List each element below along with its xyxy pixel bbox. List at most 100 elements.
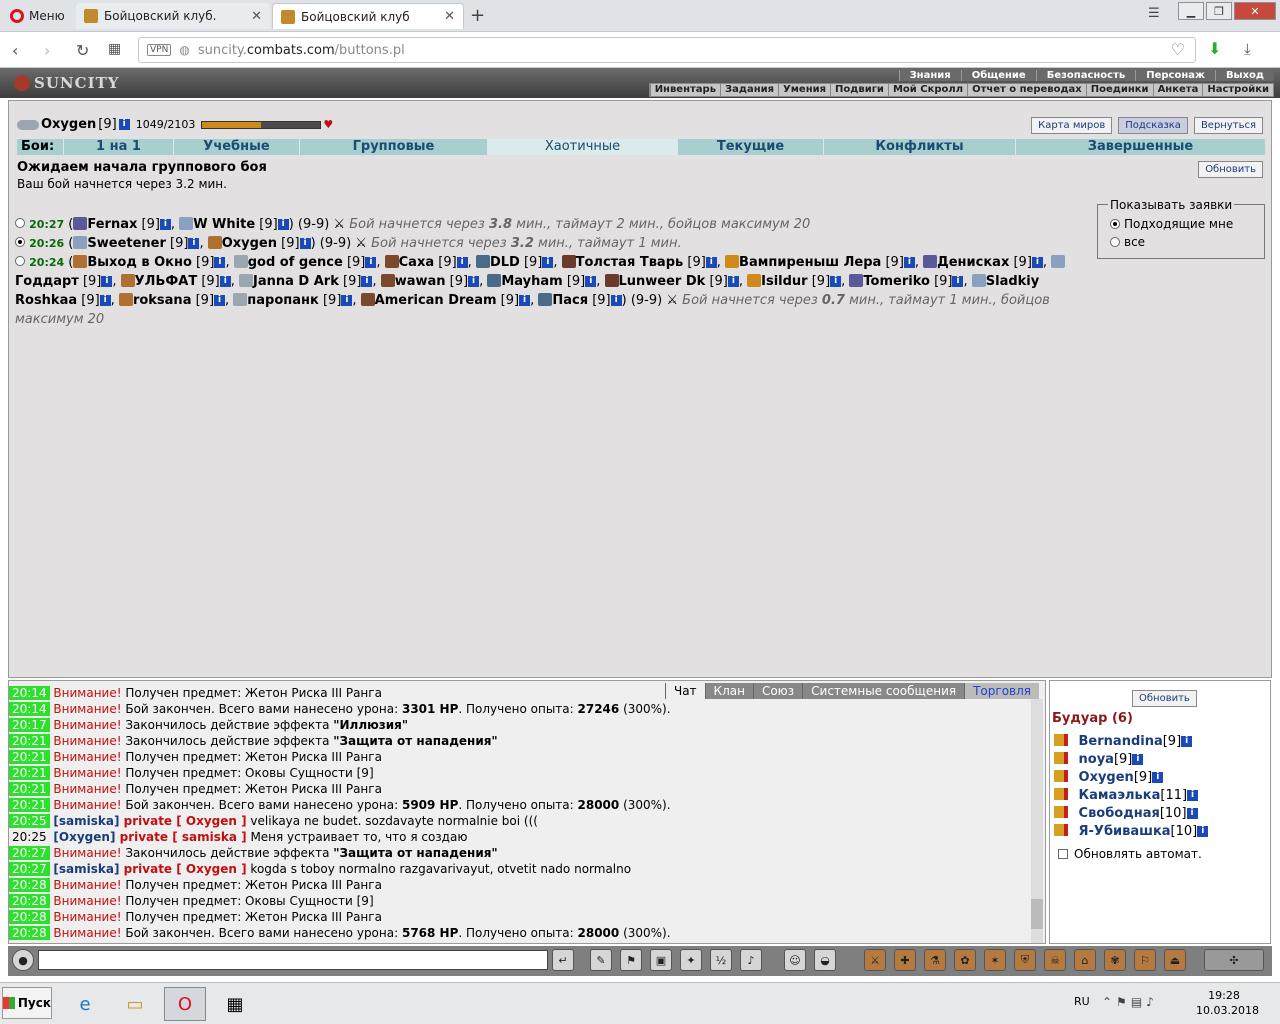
downloads-icon[interactable]: ⤓ [1244,40,1251,58]
chat-tab-clan[interactable]: Клан [704,683,753,699]
flag-icon[interactable]: ⚐ [1134,949,1156,971]
chat-time[interactable]: 20:28 [9,878,50,892]
bid-radio[interactable] [15,256,25,266]
chat-time[interactable]: 20:21 [9,734,50,748]
chat-nick[interactable]: [samiska] [53,814,119,828]
bid-player-name[interactable]: Вампиреныш Лера [739,255,881,270]
bid-player-name[interactable]: Janna D Ark [253,274,339,289]
info-icon[interactable]: i [610,295,622,306]
info-icon[interactable]: i [299,238,311,249]
minimize-icon[interactable]: ▁ [1178,2,1204,20]
bid-player-name[interactable]: Isildur [761,274,807,289]
forward-icon[interactable]: › [44,41,50,60]
tab-conflicts[interactable]: Конфликты [823,139,1015,155]
menu-communication[interactable]: Общение [960,70,1036,81]
chat-tab-chat[interactable]: Чат [664,683,705,699]
info-icon[interactable]: i [542,257,554,268]
helmet-icon[interactable]: ◒ [814,949,836,971]
chat-time[interactable]: 20:27 [9,862,50,876]
tab-one-on-one[interactable]: 1 на 1 [63,139,173,155]
radio-suitable[interactable] [1110,219,1120,229]
auto-refresh-checkbox[interactable] [1058,849,1068,859]
action-icon-2[interactable]: ✚ [894,949,916,971]
info-icon[interactable]: i [1197,826,1209,837]
info-icon[interactable]: i [118,119,130,130]
tab-menu-icon[interactable]: ☰ [1148,6,1160,21]
bid-player-name[interactable]: DLD [490,255,520,270]
start-button[interactable]: Пуск [2,987,52,1019]
info-icon[interactable]: i [1187,790,1199,801]
radio-all[interactable] [1110,237,1120,247]
reload-icon[interactable]: ↻ [76,41,89,60]
puzzle-icon[interactable]: ✣ [1204,949,1264,971]
chat-avatar-icon[interactable]: ● [12,949,34,971]
menu-knowledge[interactable]: Знания [898,70,961,81]
chat-time[interactable]: 20:21 [9,798,50,812]
info-icon[interactable]: i [727,276,739,287]
internet-explorer-icon[interactable]: e [64,987,106,1021]
tab-chaotic[interactable]: Хаотичные [487,139,677,155]
chat-time[interactable]: 20:25 [9,830,50,844]
calendar-app-icon[interactable]: ▦ [214,987,256,1021]
bid-radio[interactable] [15,218,25,228]
menu-character[interactable]: Персонаж [1135,70,1215,81]
browser-tab-2[interactable]: Бойцовский клуб ✕ [272,3,464,29]
chat-nick[interactable]: [Oxygen] [53,830,115,844]
info-icon[interactable]: i [952,276,964,287]
world-map-button[interactable]: Карта миров [1031,117,1113,134]
bid-player-name[interactable]: W White [193,217,255,232]
bid-player-name[interactable]: Саха [399,255,434,270]
system-tray-icons[interactable]: ⌃⚑▤♪ [1102,995,1158,1009]
site-logo[interactable]: SUNCITY [14,74,119,92]
maximize-icon[interactable]: ❐ [1206,2,1232,20]
submenu-inventory[interactable]: Инвентарь [649,84,720,96]
chat-time[interactable]: 20:21 [9,766,50,780]
clock[interactable]: 19:28 10.03.2018 [1196,988,1259,1018]
info-icon[interactable]: i [456,257,468,268]
room-user-name[interactable]: Bernandina [1074,734,1163,749]
bid-player-name[interactable]: American Dream [375,293,497,308]
chat-time[interactable]: 20:28 [9,926,50,940]
submenu-achievements[interactable]: Подвиги [830,84,888,96]
filter-icon[interactable]: ⚑ [620,949,642,971]
room-user-name[interactable]: Я-Убивашка [1074,824,1171,839]
bid-player-name[interactable]: Годдарт [15,274,79,289]
menu-exit[interactable]: Выход [1214,70,1274,81]
info-icon[interactable]: i [468,276,480,287]
info-icon[interactable]: i [705,257,717,268]
smiley-icon[interactable]: ☺ [784,949,806,971]
save-icon[interactable]: ▣ [650,949,672,971]
chat-time[interactable]: 20:27 [9,846,50,860]
info-icon[interactable]: i [188,238,200,249]
browser-tab-1[interactable]: Бойцовский клуб. ✕ [76,3,270,29]
bid-player-name[interactable]: god of gence [248,255,343,270]
info-icon[interactable]: i [1031,257,1043,268]
bid-player-name[interactable]: Sweetener [87,236,166,251]
close-tab-icon[interactable]: ✕ [251,9,262,24]
room-user-name[interactable]: Камаэлька [1074,788,1161,803]
bid-radio[interactable] [15,237,25,247]
chat-time[interactable]: 20:14 [9,686,50,700]
opera-menu-button[interactable]: Меню [4,4,71,28]
house-icon[interactable]: ⌂ [1074,949,1096,971]
filter-option-suitable[interactable]: Подходящие мне [1110,217,1233,231]
new-tab-icon[interactable]: + [470,5,485,26]
info-icon[interactable]: i [830,276,842,287]
chat-time[interactable]: 20:28 [9,910,50,924]
submenu-scroll[interactable]: Мой Скролл [887,84,967,96]
info-icon[interactable]: i [1181,736,1193,747]
bid-player-name[interactable]: УЛЬФАТ [135,274,198,289]
room-user-name[interactable]: Свободная [1074,806,1160,821]
file-explorer-icon[interactable]: ▭ [114,987,156,1021]
bid-player-name[interactable]: Пася [552,293,588,308]
chat-time[interactable]: 20:21 [9,750,50,764]
info-icon[interactable]: i [219,276,231,287]
info-icon[interactable]: i [519,295,531,306]
submenu-transfers[interactable]: Отчет о переводах [967,84,1086,96]
chat-time[interactable]: 20:14 [9,702,50,716]
info-icon[interactable]: i [277,219,289,230]
sound-icon[interactable]: ♪ [740,949,762,971]
chat-private-target[interactable]: private [ Oxygen ] [119,862,247,876]
action-icon-1[interactable]: ⚔ [864,949,886,971]
chat-private-target[interactable]: private [ Oxygen ] [119,814,247,828]
